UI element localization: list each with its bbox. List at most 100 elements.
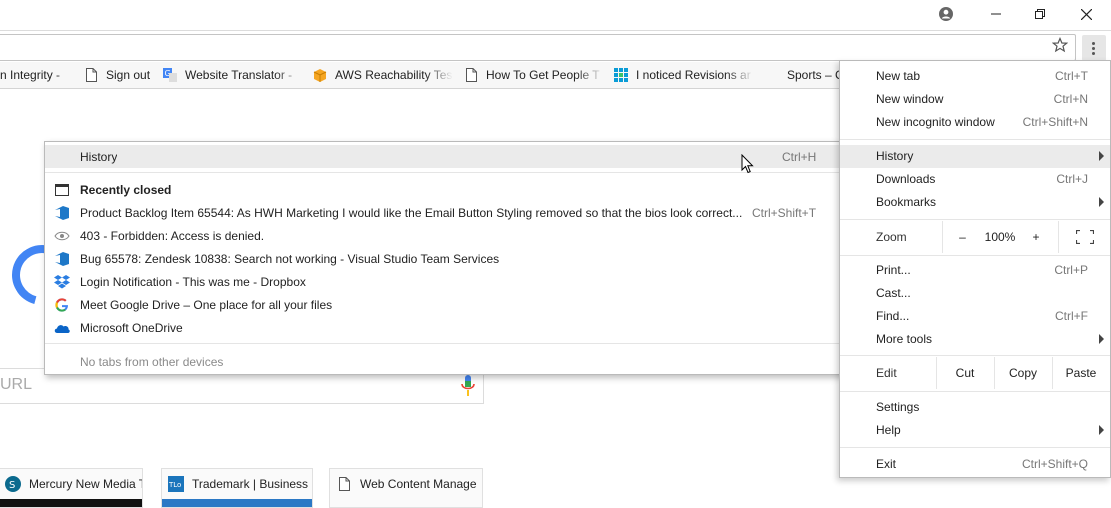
mouse-cursor-icon — [741, 154, 754, 174]
bookmark-label: Website Translator - — [185, 68, 293, 82]
fullscreen-button[interactable] — [1059, 221, 1110, 253]
submenu-arrow-icon — [1099, 151, 1104, 161]
address-bar[interactable] — [0, 34, 1076, 61]
recently-closed-item[interactable]: Login Notification - This was me - Dropb… — [45, 270, 842, 293]
recently-closed-label: Bug 65578: Zendesk 10838: Search not wor… — [80, 251, 500, 266]
profile-button[interactable] — [923, 0, 969, 28]
zoom-in-button[interactable]: + — [1024, 221, 1048, 253]
aws-box-icon — [313, 68, 327, 82]
most-visited-tile[interactable]: Web Content Manage — [329, 468, 483, 508]
bookmark-label: Sports – C — [787, 68, 839, 82]
close-button[interactable] — [1063, 0, 1109, 28]
menu-item-print[interactable]: Print... Ctrl+P — [840, 259, 1110, 282]
tile-label: Trademark | Business — [192, 477, 309, 491]
window-icon — [54, 182, 70, 198]
menu-item-help[interactable]: Help — [840, 419, 1110, 442]
history-menu-item[interactable]: History Ctrl+H — [45, 145, 842, 168]
vsts-icon — [54, 251, 70, 267]
divider — [45, 172, 842, 173]
most-visited-tile[interactable]: S Mercury New Media T — [0, 468, 143, 508]
page-icon — [336, 476, 352, 492]
divider — [840, 447, 1110, 448]
history-submenu: History Ctrl+H Recently closed Product B… — [44, 141, 843, 375]
copy-button[interactable]: Copy — [994, 357, 1052, 389]
tile-thumbnail — [0, 499, 142, 507]
divider — [840, 139, 1110, 140]
minimize-button[interactable] — [973, 0, 1019, 28]
onedrive-icon — [54, 320, 70, 336]
recently-closed-shortcut: Ctrl+Shift+T — [752, 205, 817, 220]
restore-icon — [1035, 9, 1045, 19]
menu-item-settings[interactable]: Settings — [840, 396, 1110, 419]
vsts-icon — [54, 205, 70, 221]
divider — [840, 391, 1110, 392]
paste-button[interactable]: Paste — [1052, 357, 1110, 389]
recently-closed-label: Meet Google Drive – One place for all yo… — [80, 297, 333, 312]
cut-button[interactable]: Cut — [936, 357, 994, 389]
translate-icon: G — [163, 68, 177, 82]
most-visited-tile[interactable]: TLo Trademark | Business — [161, 468, 313, 508]
trademark-logo-icon: TLo — [168, 476, 184, 492]
bookmark-star-icon[interactable] — [1052, 37, 1068, 53]
google-icon — [54, 297, 70, 313]
recently-closed-item[interactable]: 403 - Forbidden: Access is denied. — [45, 224, 842, 247]
fullscreen-icon — [1075, 230, 1094, 244]
bookmark-item[interactable]: Sports – C — [787, 62, 839, 88]
bookmark-item[interactable]: I noticed Revisions ar — [614, 62, 754, 88]
bookmark-label: n Integrity - — [0, 68, 61, 82]
recently-closed-header: Recently closed — [45, 178, 842, 201]
bookmark-item[interactable]: AWS Reachability Tes — [313, 62, 453, 88]
menu-item-bookmarks[interactable]: Bookmarks — [840, 191, 1110, 214]
menu-item-downloads[interactable]: Downloads Ctrl+J — [840, 168, 1110, 191]
close-icon — [1080, 8, 1092, 20]
recently-closed-label: 403 - Forbidden: Access is denied. — [80, 228, 265, 243]
microphone-icon[interactable] — [460, 374, 476, 398]
recently-closed-label: Login Notification - This was me - Dropb… — [80, 274, 306, 289]
menu-item-find[interactable]: Find... Ctrl+F — [840, 305, 1110, 328]
bookmark-label: AWS Reachability Tes — [335, 68, 453, 82]
recently-closed-label: Microsoft OneDrive — [80, 320, 183, 335]
history-item-label: History — [80, 149, 118, 164]
eye-icon — [54, 228, 70, 244]
bookmark-label: I noticed Revisions ar — [636, 68, 751, 82]
dropbox-icon — [54, 274, 70, 290]
recently-closed-item[interactable]: Microsoft OneDrive — [45, 316, 842, 339]
page-icon — [84, 68, 98, 82]
chrome-menu-button[interactable] — [1082, 35, 1106, 61]
sharepoint-icon: S — [5, 476, 21, 492]
profile-icon — [939, 7, 953, 21]
title-bar — [0, 0, 1111, 30]
divider — [840, 255, 1110, 256]
restore-button[interactable] — [1017, 0, 1063, 28]
bookmark-item[interactable]: G Website Translator - — [163, 62, 303, 88]
other-devices-item: No tabs from other devices — [80, 354, 224, 369]
menu-item-exit[interactable]: Exit Ctrl+Shift+Q — [840, 453, 1110, 476]
submenu-arrow-icon — [1099, 197, 1104, 207]
menu-item-more-tools[interactable]: More tools — [840, 328, 1110, 351]
menu-item-history[interactable]: History — [840, 145, 1110, 168]
zoom-row: Zoom – 100% + — [840, 221, 1110, 253]
bookmark-item[interactable]: n Integrity - — [0, 62, 70, 88]
bookmark-label: How To Get People T — [486, 68, 600, 82]
tile-label: Mercury New Media T — [29, 477, 142, 491]
recently-closed-item[interactable]: Product Backlog Item 65544: As HWH Marke… — [45, 201, 842, 224]
tile-label: Web Content Manage — [360, 477, 477, 491]
recently-closed-item[interactable]: Meet Google Drive – One place for all yo… — [45, 293, 842, 316]
search-placeholder: URL — [0, 376, 33, 393]
divider — [45, 343, 842, 344]
submenu-arrow-icon — [1099, 425, 1104, 435]
zoom-out-button[interactable]: – — [950, 221, 975, 253]
bookmark-item[interactable]: Sign out — [84, 62, 164, 88]
menu-item-cast[interactable]: Cast... — [840, 282, 1110, 305]
bookmark-item[interactable]: How To Get People T — [464, 62, 604, 88]
recently-closed-item[interactable]: Bug 65578: Zendesk 10838: Search not wor… — [45, 247, 842, 270]
bookmark-label: Sign out — [106, 68, 151, 82]
divider — [840, 355, 1110, 356]
recently-closed-label: Product Backlog Item 65544: As HWH Marke… — [80, 205, 743, 220]
tile-thumbnail — [162, 499, 312, 507]
menu-item-new-incognito-window[interactable]: New incognito window Ctrl+Shift+N — [840, 111, 1110, 134]
menu-item-new-tab[interactable]: New tab Ctrl+T — [840, 65, 1110, 88]
svg-text:S: S — [9, 480, 15, 491]
divider — [840, 219, 1110, 220]
menu-item-new-window[interactable]: New window Ctrl+N — [840, 88, 1110, 111]
